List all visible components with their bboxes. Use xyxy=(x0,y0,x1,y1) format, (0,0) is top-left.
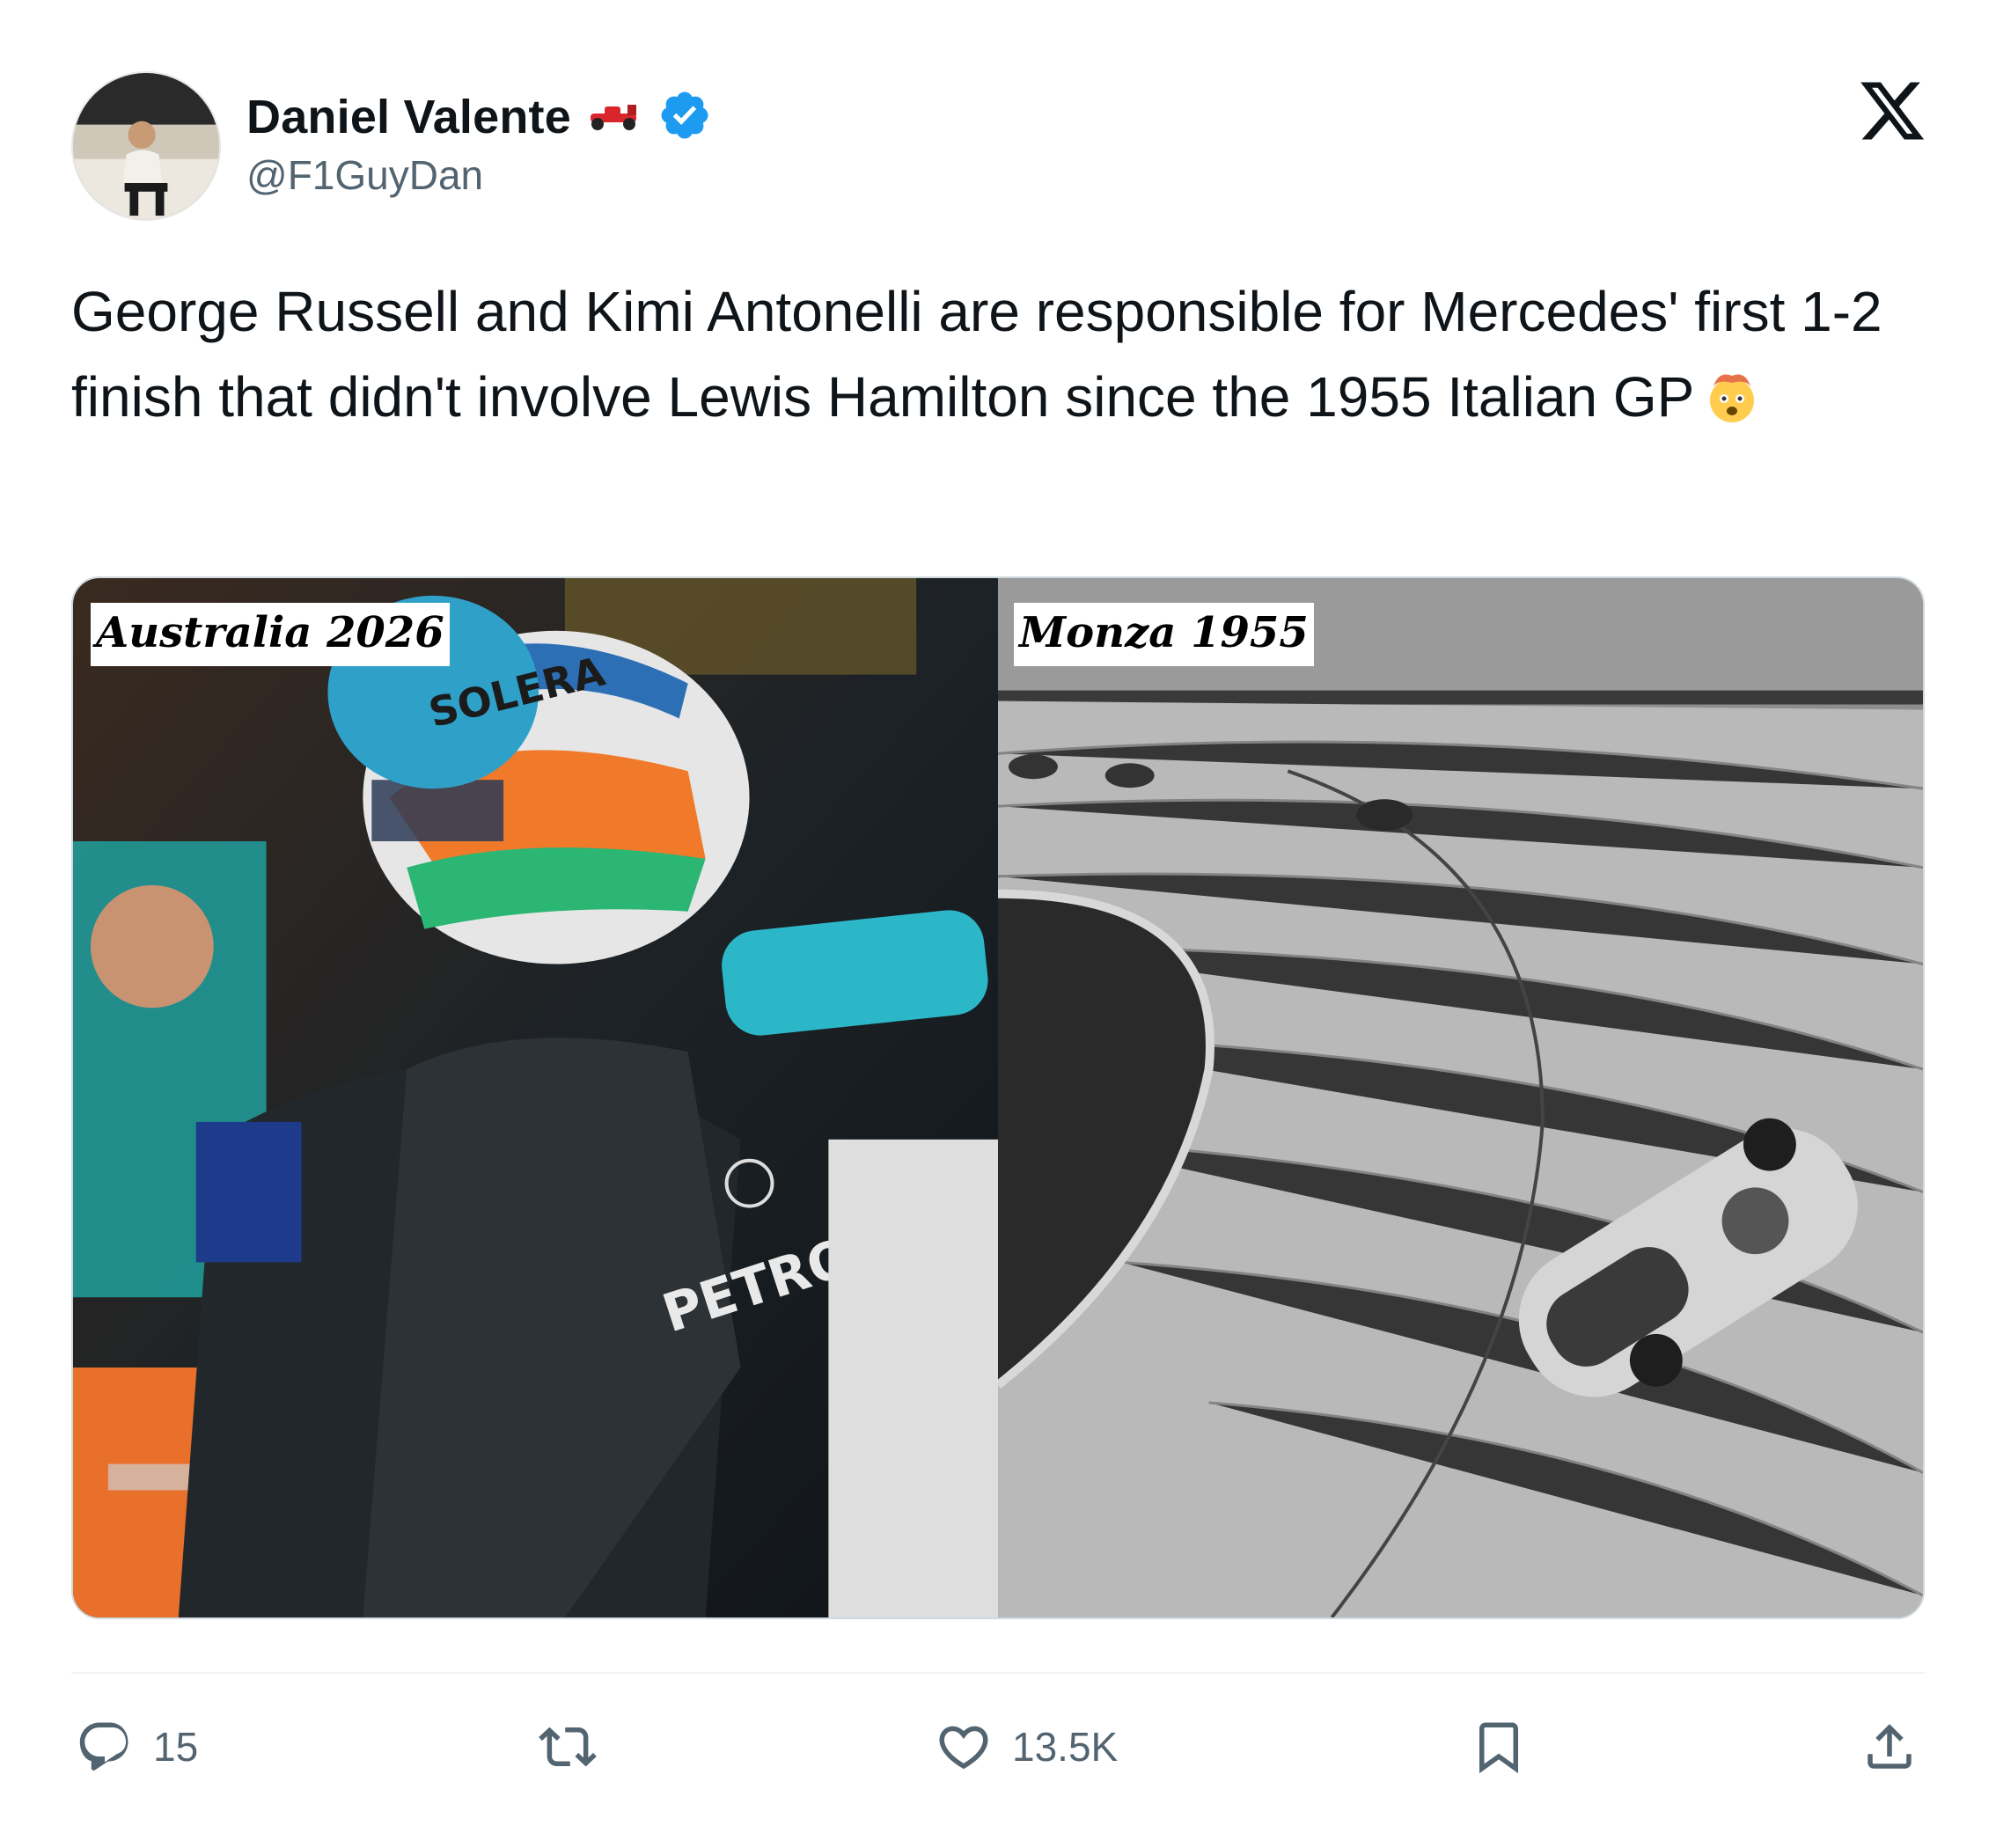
x-logo-icon[interactable] xyxy=(1857,76,1927,146)
celebration-photo: PETRONAS SOLERA xyxy=(73,578,998,1617)
bookmark-icon xyxy=(1479,1722,1518,1774)
exploding-head-icon xyxy=(1703,363,1761,422)
verified-badge-icon[interactable] xyxy=(657,88,712,147)
reply-count: 15 xyxy=(153,1724,199,1770)
avatar-image xyxy=(73,73,219,219)
tweet-body: George Russell and Kimi Antonelli are re… xyxy=(71,280,1882,429)
race-car-icon xyxy=(585,98,643,137)
bookmark-button[interactable] xyxy=(1470,1716,1528,1778)
tweet-media[interactable]: PETRONAS SOLERA Australia 2026 Monza 195… xyxy=(71,576,1925,1619)
monza-banking-photo xyxy=(998,578,1923,1617)
media-photo-australia[interactable]: PETRONAS SOLERA Australia 2026 xyxy=(73,578,998,1617)
share-button[interactable] xyxy=(1860,1716,1919,1778)
author-name-row[interactable]: Daniel Valente xyxy=(246,86,712,148)
author-display-name[interactable]: Daniel Valente xyxy=(246,90,571,144)
like-count: 13.5K xyxy=(1012,1724,1119,1770)
author-avatar[interactable] xyxy=(71,71,221,221)
caption-monza: Monza 1955 xyxy=(1014,603,1314,666)
like-button[interactable]: 13.5K xyxy=(935,1716,1118,1778)
author-handle[interactable]: @F1GuyDan xyxy=(246,151,483,199)
media-photo-monza[interactable]: Monza 1955 xyxy=(998,578,1923,1617)
tweet-text: George Russell and Kimi Antonelli are re… xyxy=(71,269,1946,440)
share-icon xyxy=(1868,1724,1912,1769)
heart-icon xyxy=(939,1726,988,1770)
reply-button[interactable]: 15 xyxy=(76,1716,198,1778)
caption-australia: Australia 2026 xyxy=(91,603,450,666)
retweet-button[interactable] xyxy=(539,1716,616,1778)
actions-divider xyxy=(71,1672,1925,1674)
retweet-icon xyxy=(539,1727,597,1767)
reply-icon xyxy=(79,1722,128,1771)
